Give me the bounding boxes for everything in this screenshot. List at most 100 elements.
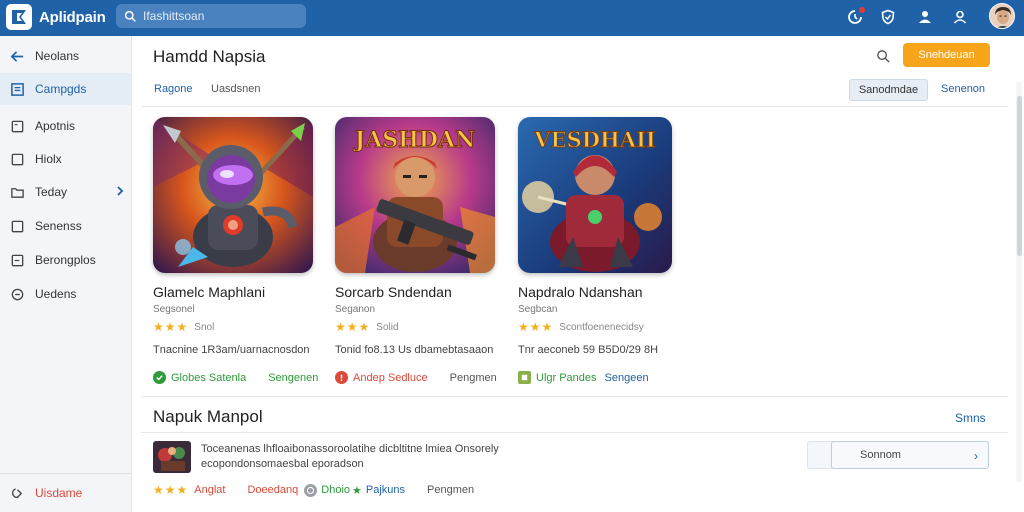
sidebar-item-senenss[interactable]: Senenss	[0, 210, 132, 242]
sidebar-item-berongplos[interactable]: Berongplos	[0, 244, 132, 276]
sidebar-item-uedens[interactable]: Uedens	[0, 278, 132, 310]
list-button-prefix[interactable]	[807, 441, 833, 469]
sidebar-item-apotnis[interactable]: Apotnis	[0, 110, 132, 142]
game-artwork-knight-image[interactable]	[153, 117, 313, 273]
list-item-description: Toceanenas lhfloaibonassoroolatihe dicbl…	[201, 443, 499, 470]
top-bar: Aplidpain	[0, 0, 1024, 36]
card-subtitle: Segsonel	[153, 304, 195, 315]
header-divider	[141, 106, 1008, 107]
logout-icon	[11, 487, 23, 498]
star-icon: ★	[352, 484, 362, 497]
meta-link[interactable]: Pengmen	[427, 484, 474, 496]
game-card[interactable]: Glamelc Maphlani Segsonel ★★★ Snol Tnacn…	[153, 117, 323, 384]
star-rating-icon: ★★★	[153, 483, 189, 497]
game-artwork-warrior-image[interactable]: VESDHAII	[518, 117, 672, 273]
card-link[interactable]: Sengenen	[268, 372, 318, 384]
sidebar-item-label: Berongplos	[35, 253, 96, 267]
checkbox-icon	[11, 220, 24, 232]
card-title[interactable]: Napdralo Ndanshan	[518, 284, 643, 300]
user-avatar[interactable]	[989, 3, 1015, 29]
puzzle-icon	[518, 371, 531, 384]
chevron-right-icon: ›	[974, 449, 978, 463]
sidebar-item-label: Neolans	[35, 49, 80, 63]
alert-icon	[335, 371, 348, 384]
game-artwork-soldier-image[interactable]: JASHDAN	[335, 117, 495, 273]
check-circle-icon	[153, 371, 166, 384]
sidebar-item-logout[interactable]: Uisdame	[0, 477, 132, 509]
search-icon	[124, 10, 136, 22]
meta-link[interactable]: Pajkuns	[366, 484, 405, 496]
card-meta: Andep Sedluce Pengmen	[335, 371, 497, 384]
meta-label: Doeedanq	[247, 484, 299, 496]
card-meta: Globes Satenla Sengenen	[153, 371, 318, 384]
section-divider	[141, 432, 1008, 433]
account-icon[interactable]	[951, 8, 969, 26]
box-icon	[11, 120, 24, 132]
user-settings-icon[interactable]	[916, 8, 934, 26]
shield-icon[interactable]	[879, 8, 897, 26]
card-link[interactable]: Pengmen	[450, 372, 497, 384]
tab-uasdsnen[interactable]: Uasdsnen	[211, 83, 261, 95]
star-rating-icon: ★★★	[335, 320, 371, 334]
star-rating-icon: ★★★	[153, 320, 189, 334]
card-subtitle: Seganon	[335, 304, 376, 315]
card-title[interactable]: Sorcarb Sndendan	[335, 284, 452, 300]
sidebar-item-label: Teday	[35, 185, 68, 199]
section-divider	[141, 396, 1008, 397]
list-item-thumbnail-image[interactable]	[153, 441, 191, 473]
sidebar-footer-label: Uisdame	[35, 486, 83, 500]
list-button-label: Sonnom	[860, 449, 901, 461]
game-card[interactable]: VESDHAII Napdralo Ndanshan Segbcan ★★★ S…	[518, 117, 688, 384]
sidebar-divider	[0, 473, 131, 474]
app-logo-icon[interactable]	[6, 4, 32, 30]
folder-icon	[11, 187, 24, 198]
circle-minus-icon	[11, 288, 24, 300]
status-badge: Globes Satenla	[171, 371, 247, 384]
sidebar-item-campgds[interactable]: Campgds	[0, 73, 132, 105]
rating-row: ★★★ Snol	[153, 320, 214, 334]
global-search[interactable]	[116, 4, 306, 28]
page-title: Hamdd Napsia	[153, 47, 266, 66]
section-title: Napuk Manpol	[153, 407, 263, 426]
filter-link[interactable]: Senenon	[941, 83, 985, 95]
scrollbar-thumb[interactable]	[1017, 96, 1022, 256]
game-card[interactable]: JASHDAN Sorcarb Sndendan Seganon ★★★ Sol…	[335, 117, 505, 384]
rating-text: Snol	[194, 321, 215, 333]
svg-text:VESDHAII: VESDHAII	[533, 127, 655, 152]
card-description: Tnr aeconeb 59 B5D0/29 8H	[518, 344, 659, 356]
sidebar-item-label: Hiolx	[35, 152, 62, 166]
back-arrow-icon	[10, 50, 24, 62]
sidebar-item-hiolx[interactable]: Hiolx	[0, 143, 132, 175]
search-input[interactable]	[143, 9, 293, 23]
meta-label: Dhoio	[321, 484, 351, 496]
meta-label: Anglat	[194, 484, 226, 496]
svg-text:JASHDAN: JASHDAN	[353, 127, 475, 153]
rating-text: Solid	[376, 321, 399, 333]
card-meta: Ulgr Pandes Sengeen	[518, 371, 649, 384]
sidebar-item-label: Senenss	[35, 219, 82, 233]
sidebar-item-label: Uedens	[35, 287, 77, 301]
square-icon	[11, 153, 24, 165]
chevron-right-icon	[117, 186, 124, 196]
document-icon	[11, 254, 24, 266]
notification-badge	[859, 7, 865, 13]
sidebar-item-label: Apotnis	[35, 119, 76, 133]
see-all-link[interactable]: Smns	[955, 411, 986, 425]
status-badge: Andep Sedluce	[353, 371, 428, 384]
list-icon	[11, 82, 24, 96]
card-title[interactable]: Glamelc Maphlani	[153, 284, 265, 300]
sidebar-item-neolans[interactable]: Neolans	[0, 40, 132, 72]
primary-action-button[interactable]: Snehdeuan	[903, 43, 990, 67]
sort-button[interactable]: Sanodmdae	[849, 79, 928, 101]
search-icon[interactable]	[876, 49, 891, 64]
clock-icon	[304, 483, 318, 497]
card-subtitle: Segbcan	[518, 304, 558, 315]
list-item-action-button[interactable]: Sonnom ›	[831, 441, 989, 469]
notifications-icon[interactable]	[846, 7, 865, 26]
tab-ragone[interactable]: Ragone	[154, 83, 193, 95]
sidebar-item-teday[interactable]: Teday	[0, 176, 132, 208]
card-link[interactable]: Sengeen	[605, 372, 649, 384]
rating-row: ★★★ Solid	[335, 320, 399, 334]
star-rating-icon: ★★★	[518, 320, 554, 334]
app-name[interactable]: Aplidpain	[39, 9, 106, 26]
